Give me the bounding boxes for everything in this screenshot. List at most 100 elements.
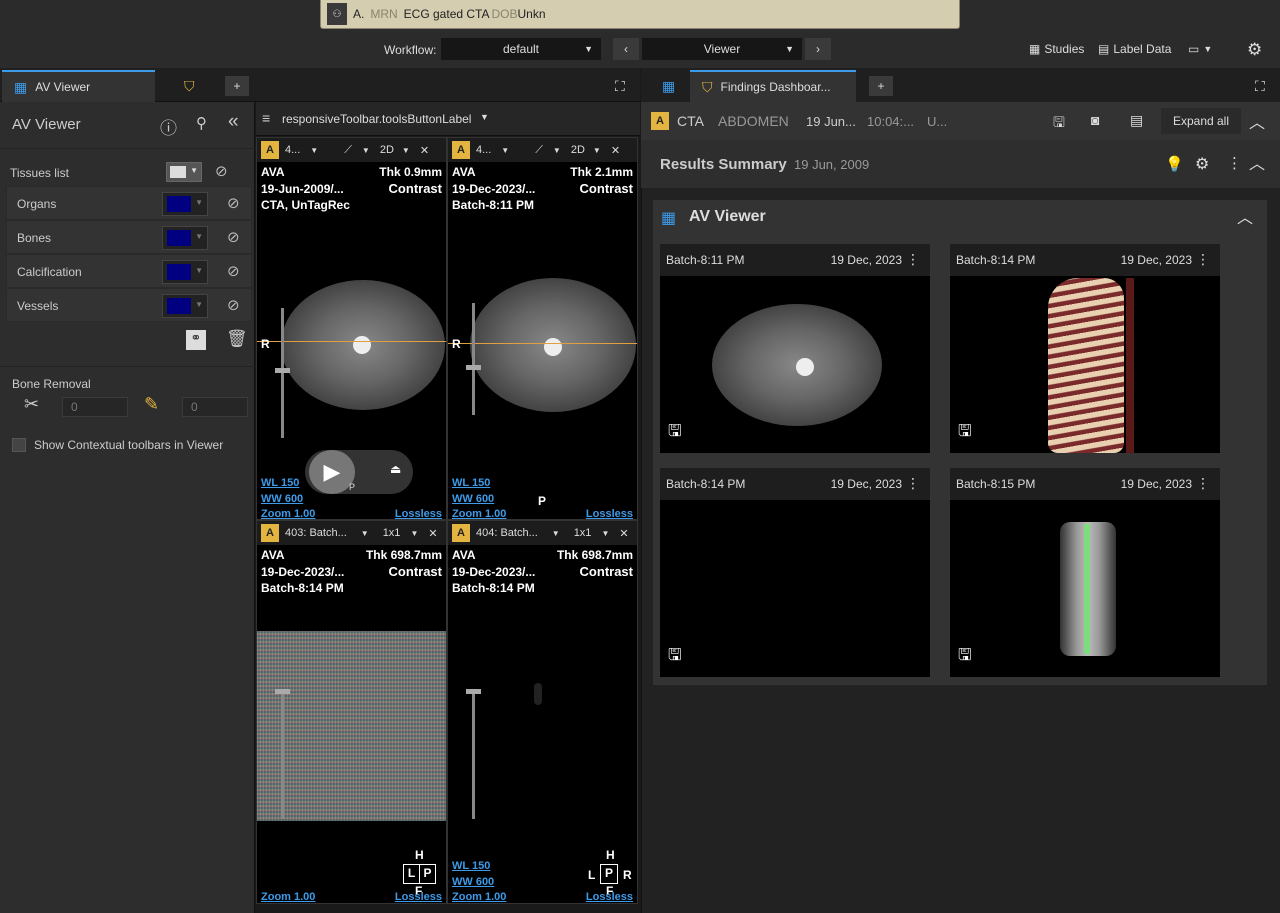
tissue-color[interactable]: ▼	[162, 192, 208, 216]
brush-icon[interactable]: ✎	[144, 394, 159, 415]
zoom-link[interactable]: Zoom 1.00	[452, 891, 506, 903]
slice-slider[interactable]	[275, 308, 290, 438]
chevron-down-icon[interactable]: ▼	[362, 146, 370, 155]
visibility-off-icon[interactable]: ⊘	[227, 194, 240, 212]
tab-av-viewer[interactable]: ▦ AV Viewer	[2, 70, 155, 102]
chevron-up-icon[interactable]: ︿	[1249, 150, 1265, 174]
wl-link[interactable]: WL 150	[452, 477, 490, 489]
chevron-down-icon[interactable]: ▼	[361, 529, 369, 538]
compression-link[interactable]: Lossless	[395, 508, 442, 519]
link-icon[interactable]: ⚭	[186, 330, 206, 350]
view-dropdown[interactable]: Viewer ▼	[642, 38, 802, 60]
result-thumbnail-1[interactable]: Batch-8:11 PM 19 Dec, 2023 ⋮ 🖫	[660, 244, 930, 453]
visibility-off-icon[interactable]: ⊘	[227, 228, 240, 246]
more-icon[interactable]: ⋮	[1196, 251, 1210, 268]
tools-button-label[interactable]: responsiveToolbar.toolsButtonLabel	[282, 112, 471, 126]
mode-label[interactable]: 1x1	[383, 527, 401, 539]
mode-label[interactable]: 1x1	[574, 527, 592, 539]
result-thumbnail-3[interactable]: Batch-8:14 PM 19 Dec, 2023 ⋮ 🖫	[660, 468, 930, 677]
tab-findings-mini[interactable]: ⛉	[172, 70, 207, 102]
chevron-down-icon[interactable]: ▼	[310, 146, 318, 155]
bone-removal-input-1[interactable]: 0	[62, 397, 128, 417]
viewport-2[interactable]: A 4... ▼ ⟋ ▼ 2D ▼ ✕ AVA 19-Dec-2023/... …	[447, 137, 638, 520]
more-icon[interactable]: ⋮	[906, 475, 920, 492]
chevron-down-icon[interactable]: ▼	[593, 146, 601, 155]
lightbulb-icon[interactable]: 💡	[1165, 155, 1184, 173]
crosshair-line[interactable]	[257, 341, 446, 342]
save-icon[interactable]: 🖫	[1053, 112, 1065, 136]
close-icon[interactable]: ✕	[619, 527, 628, 540]
save-result-icon[interactable]: 🖫	[958, 644, 972, 671]
ww-link[interactable]: WW 600	[452, 493, 494, 505]
more-icon[interactable]: ⋮	[1227, 154, 1242, 172]
tab-findings-dashboard[interactable]: ⛉ Findings Dashboar...	[690, 70, 856, 102]
tab-av-viewer-mini[interactable]: ▦	[650, 70, 687, 102]
close-icon[interactable]: ✕	[428, 527, 437, 540]
chevron-down-icon[interactable]: ▼	[601, 529, 609, 538]
save-result-icon[interactable]: 🖫	[668, 420, 682, 447]
add-tab-button[interactable]: +	[869, 76, 893, 96]
tissue-color[interactable]: ▼	[162, 226, 208, 250]
compression-link[interactable]: Lossless	[586, 508, 633, 519]
add-tab-button[interactable]: +	[225, 76, 249, 96]
crosshair-line[interactable]	[448, 343, 637, 344]
visibility-off-icon[interactable]: ⊘	[227, 296, 240, 314]
slider-knob[interactable]	[275, 689, 290, 694]
collapse-icon[interactable]: «	[228, 111, 239, 133]
bone-removal-input-2[interactable]: 0	[182, 397, 248, 417]
slider-knob[interactable]	[275, 368, 290, 373]
slice-slider[interactable]	[466, 303, 481, 415]
slider-knob[interactable]	[466, 689, 481, 694]
studies-button[interactable]: ▦ Studies	[1029, 42, 1084, 56]
slice-slider[interactable]	[466, 689, 481, 819]
maximize-button[interactable]: ⛶	[615, 78, 625, 95]
compression-link[interactable]: Lossless	[395, 891, 442, 903]
tissue-color[interactable]: ▼	[162, 294, 208, 318]
eject-icon[interactable]: ⏏	[390, 462, 401, 476]
visibility-off-icon[interactable]: ⊘	[215, 162, 228, 180]
ww-link[interactable]: WW 600	[261, 493, 303, 505]
zoom-link[interactable]: Zoom 1.00	[261, 508, 315, 519]
close-icon[interactable]: ✕	[611, 144, 620, 157]
contextual-toolbar-checkbox[interactable]	[12, 438, 26, 452]
mode-label[interactable]: 2D	[380, 144, 394, 156]
tool-icon[interactable]: ⟋	[535, 144, 543, 157]
zoom-link[interactable]: Zoom 1.00	[452, 508, 506, 519]
bone-remove-icon[interactable]: ✂	[24, 394, 39, 415]
wl-link[interactable]: WL 150	[452, 860, 490, 872]
tool-icon[interactable]: ⟋	[344, 144, 352, 157]
series-label[interactable]: 4...	[476, 144, 491, 156]
maximize-button[interactable]: ⛶	[1255, 78, 1265, 95]
label-data-button[interactable]: ▤ Label Data	[1098, 42, 1171, 56]
slider-knob[interactable]	[466, 365, 481, 370]
compression-link[interactable]: Lossless	[586, 891, 633, 903]
prev-button[interactable]: ‹	[613, 38, 639, 60]
cine-control[interactable]: ▶ ⏏ P	[305, 450, 413, 494]
trash-icon[interactable]: 🗑	[226, 329, 248, 349]
expand-all-button[interactable]: Expand all	[1161, 108, 1241, 134]
layout-button[interactable]: ▭ ▼	[1188, 42, 1212, 56]
chevron-down-icon[interactable]: ▼	[501, 146, 509, 155]
chevron-up-icon[interactable]: ︿	[1237, 204, 1253, 228]
ww-link[interactable]: WW 600	[452, 876, 494, 888]
zoom-link[interactable]: Zoom 1.00	[261, 891, 315, 903]
report-icon[interactable]: ▤	[1130, 112, 1143, 129]
chevron-down-icon[interactable]: ▼	[410, 529, 418, 538]
series-label[interactable]: 4...	[285, 144, 300, 156]
result-thumbnail-2[interactable]: Batch-8:14 PM 19 Dec, 2023 ⋮ 🖫	[950, 244, 1220, 453]
result-thumbnail-4[interactable]: Batch-8:15 PM 19 Dec, 2023 ⋮ 🖫	[950, 468, 1220, 677]
workflow-dropdown[interactable]: default ▼	[441, 38, 601, 60]
chevron-down-icon[interactable]: ▼	[553, 146, 561, 155]
close-icon[interactable]: ✕	[420, 144, 429, 157]
chevron-down-icon[interactable]: ▼	[402, 146, 410, 155]
series-label[interactable]: 404: Batch...	[476, 527, 538, 539]
gear-icon[interactable]: ⚙	[1195, 154, 1209, 174]
chevron-down-icon[interactable]: ▼	[552, 529, 560, 538]
visibility-off-icon[interactable]: ⊘	[227, 262, 240, 280]
chevron-down-icon[interactable]: ▼	[480, 112, 489, 122]
save-result-icon[interactable]: 🖫	[668, 644, 682, 671]
more-icon[interactable]: ⋮	[1196, 475, 1210, 492]
slice-slider[interactable]	[275, 689, 290, 819]
settings-button[interactable]: ⚙	[1247, 40, 1262, 60]
viewport-4[interactable]: A 404: Batch... ▼ 1x1 ▼ ✕ AVA 19-Dec-202…	[447, 520, 638, 904]
